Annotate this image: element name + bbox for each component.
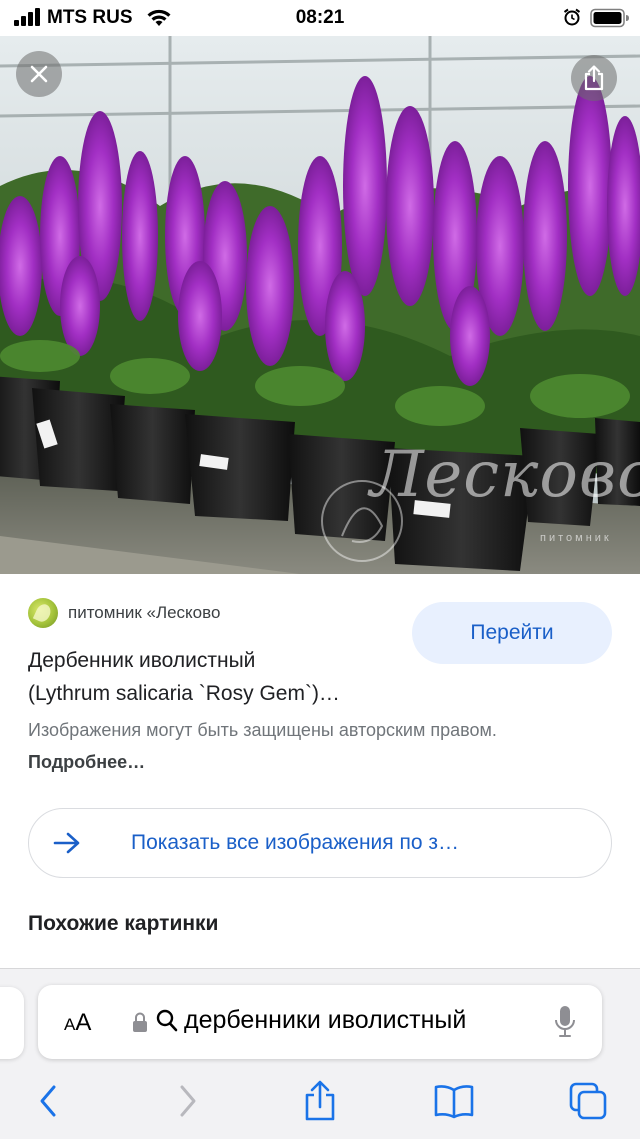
watermark-subtitle: питомник: [540, 532, 612, 544]
visit-button[interactable]: Перейти: [412, 602, 612, 664]
watermark-text: Лесково: [370, 438, 640, 512]
battery-icon: [590, 8, 629, 28]
show-all-images-button[interactable]: Показать все изображения по з…: [28, 808, 612, 878]
browser-bottom-bar: AA дербенники иволистный: [0, 968, 640, 1139]
source-row[interactable]: питомник «Лесково: [28, 598, 220, 628]
back-icon: [40, 1085, 56, 1117]
tabs-button[interactable]: [566, 1079, 610, 1123]
status-bar: MTS RUS 08:21: [0, 0, 640, 36]
microphone-icon[interactable]: [554, 1005, 576, 1039]
similar-images-heading: Похожие картинки: [28, 912, 219, 935]
learn-more-link[interactable]: Подробнее…: [28, 752, 145, 772]
alarm-icon: [563, 8, 581, 26]
image-share-button[interactable]: [571, 55, 617, 101]
text-size-big-a: A: [75, 1009, 92, 1036]
search-icon: [156, 1009, 178, 1032]
bookmarks-icon: [434, 1085, 474, 1119]
browser-toolbar: [0, 1079, 640, 1129]
share-button[interactable]: [298, 1079, 342, 1123]
share-icon: [305, 1080, 335, 1121]
lock-icon: [133, 1012, 147, 1032]
forward-button[interactable]: [166, 1079, 210, 1123]
forward-icon: [180, 1085, 196, 1117]
show-all-label: Показать все изображения по з…: [131, 831, 460, 854]
close-icon: [30, 65, 48, 83]
back-button[interactable]: [26, 1079, 70, 1123]
text-size-small-a: A: [64, 1015, 76, 1034]
copyright-notice: Изображения могут быть защищены авторски…: [28, 714, 588, 778]
source-name[interactable]: питомник «Лесково: [68, 603, 220, 623]
address-text: дербенники иволистный: [184, 1006, 467, 1034]
result-title-line2: (Lythrum salicaria `Rosy Gem`)…: [28, 682, 340, 705]
previous-tab-peek[interactable]: [0, 987, 24, 1059]
result-title-line1: Дербенник иволистный: [28, 649, 256, 672]
text-size-button[interactable]: AA: [64, 1009, 91, 1037]
bookmarks-button[interactable]: [432, 1079, 476, 1123]
share-icon: [584, 65, 604, 91]
address-bar[interactable]: AA дербенники иволистный: [38, 985, 602, 1059]
tabs-icon: [569, 1082, 607, 1120]
close-button[interactable]: [16, 51, 62, 97]
arrow-right-icon: [53, 832, 80, 854]
clock: 08:21: [295, 7, 345, 28]
copyright-text: Изображения могут быть защищены авторски…: [28, 720, 497, 740]
result-image[interactable]: Лесково питомник: [0, 36, 640, 574]
site-favicon-icon: [28, 598, 58, 628]
result-title[interactable]: Дербенник иволистный (Lythrum salicaria …: [28, 644, 408, 710]
